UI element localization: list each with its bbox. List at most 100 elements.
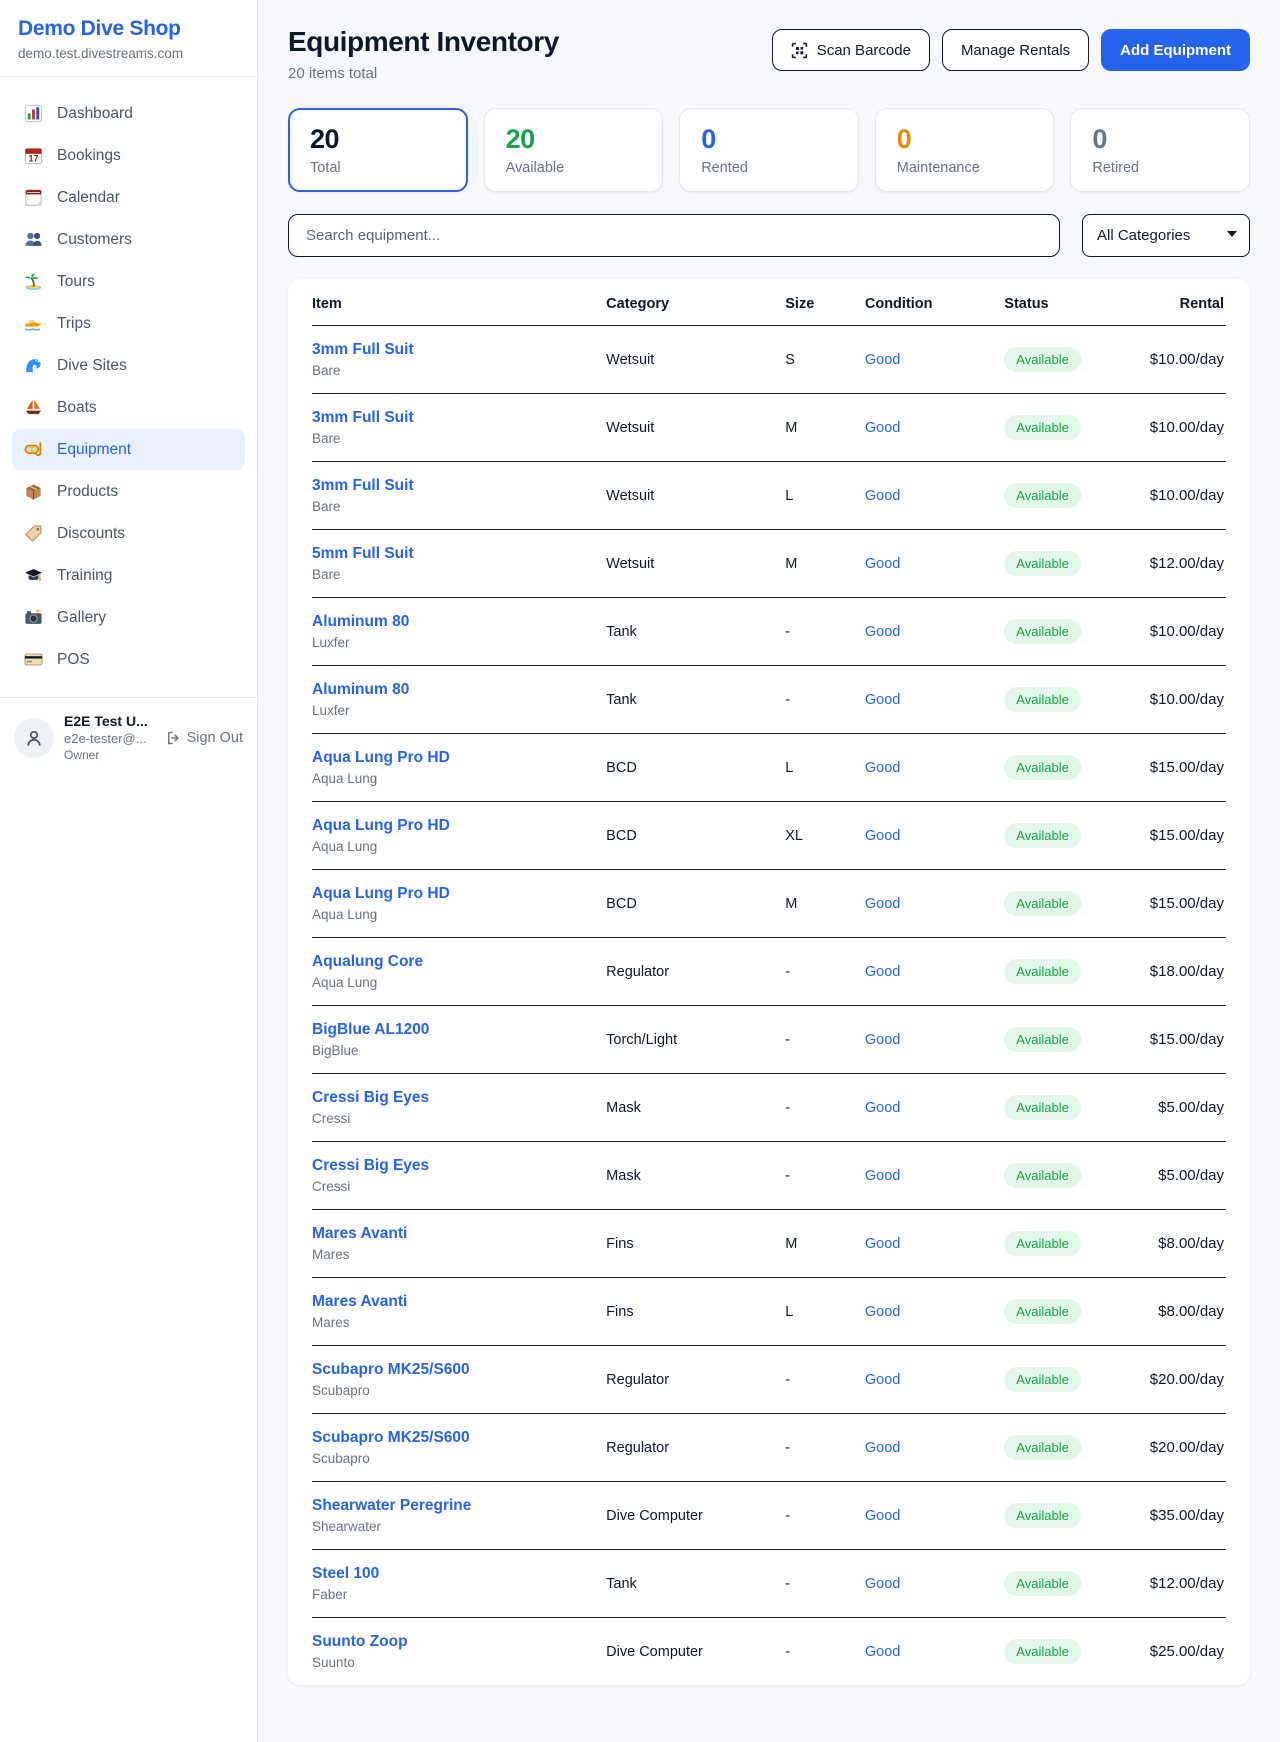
condition-link[interactable]: Good bbox=[865, 1032, 900, 1048]
manage-rentals-button[interactable]: Manage Rentals bbox=[942, 29, 1089, 71]
condition-link[interactable]: Good bbox=[865, 1508, 900, 1524]
condition-link[interactable]: Good bbox=[865, 1440, 900, 1456]
item-link[interactable]: Mares Avanti bbox=[312, 1225, 407, 1243]
item-link[interactable]: Cressi Big Eyes bbox=[312, 1089, 429, 1107]
item-link[interactable]: Scubapro MK25/S600 bbox=[312, 1361, 470, 1379]
item-link[interactable]: Shearwater Peregrine bbox=[312, 1497, 471, 1515]
table-row: BigBlue AL1200BigBlueTorch/Light-GoodAva… bbox=[312, 1006, 1226, 1074]
filters-row: All Categories bbox=[288, 214, 1250, 257]
condition-link[interactable]: Good bbox=[865, 1644, 900, 1660]
cell-rental: $18.00/day bbox=[1150, 963, 1224, 980]
cell-category: BCD bbox=[606, 870, 785, 938]
cell-category: Tank bbox=[606, 598, 785, 666]
condition-link[interactable]: Good bbox=[865, 964, 900, 980]
item-link[interactable]: Aqualung Core bbox=[312, 953, 423, 971]
condition-link[interactable]: Good bbox=[865, 1236, 900, 1252]
item-brand: Scubapro bbox=[312, 1383, 598, 1398]
brand-block: Demo Dive Shop demo.test.divestreams.com bbox=[0, 0, 257, 77]
equipment-table: Item Category Size Condition Status Rent… bbox=[312, 279, 1226, 1685]
sidebar-item-discounts[interactable]: Discounts bbox=[12, 513, 245, 554]
stat-cards-row: 20Total20Available0Rented0Maintenance0Re… bbox=[288, 108, 1250, 192]
cell-rental: $10.00/day bbox=[1150, 623, 1224, 640]
condition-link[interactable]: Good bbox=[865, 1576, 900, 1592]
brand-name[interactable]: Demo Dive Shop bbox=[18, 17, 239, 41]
category-select[interactable]: All Categories bbox=[1082, 214, 1250, 257]
cell-rental: $10.00/day bbox=[1150, 419, 1224, 436]
cell-category: Regulator bbox=[606, 1346, 785, 1414]
table-row: Aqua Lung Pro HDAqua LungBCDLGoodAvailab… bbox=[312, 734, 1226, 802]
sidebar-item-customers[interactable]: Customers bbox=[12, 219, 245, 260]
sidebar-item-label: Trips bbox=[57, 315, 91, 333]
cell-rental: $35.00/day bbox=[1150, 1507, 1224, 1524]
item-link[interactable]: Aluminum 80 bbox=[312, 613, 409, 631]
category-select-wrap: All Categories bbox=[1082, 214, 1250, 257]
status-badge: Available bbox=[1004, 1503, 1081, 1528]
condition-link[interactable]: Good bbox=[865, 896, 900, 912]
sidebar-item-gallery[interactable]: Gallery bbox=[12, 597, 245, 638]
item-link[interactable]: Scubapro MK25/S600 bbox=[312, 1429, 470, 1447]
sidebar-item-tours[interactable]: Tours bbox=[12, 261, 245, 302]
cell-rental: $12.00/day bbox=[1150, 1575, 1224, 1592]
cell-category: Fins bbox=[606, 1210, 785, 1278]
item-link[interactable]: Cressi Big Eyes bbox=[312, 1157, 429, 1175]
item-link[interactable]: Mares Avanti bbox=[312, 1293, 407, 1311]
condition-link[interactable]: Good bbox=[865, 1304, 900, 1320]
sailboat-icon bbox=[24, 398, 43, 417]
condition-link[interactable]: Good bbox=[865, 420, 900, 436]
item-link[interactable]: Steel 100 bbox=[312, 1565, 379, 1583]
sidebar-item-bookings[interactable]: 17Bookings bbox=[12, 135, 245, 176]
item-link[interactable]: 3mm Full Suit bbox=[312, 477, 414, 495]
condition-link[interactable]: Good bbox=[865, 624, 900, 640]
item-brand: Aqua Lung bbox=[312, 839, 598, 854]
table-header-row: Item Category Size Condition Status Rent… bbox=[312, 279, 1226, 326]
item-brand: Bare bbox=[312, 363, 598, 378]
sidebar-item-label: POS bbox=[57, 651, 90, 669]
item-link[interactable]: Aluminum 80 bbox=[312, 681, 409, 699]
condition-link[interactable]: Good bbox=[865, 352, 900, 368]
condition-link[interactable]: Good bbox=[865, 1372, 900, 1388]
cell-category: Mask bbox=[606, 1074, 785, 1142]
status-badge: Available bbox=[1004, 1095, 1081, 1120]
status-badge: Available bbox=[1004, 347, 1081, 372]
item-link[interactable]: 5mm Full Suit bbox=[312, 545, 414, 563]
cell-rental: $15.00/day bbox=[1150, 759, 1224, 776]
sidebar-item-boats[interactable]: Boats bbox=[12, 387, 245, 428]
sign-out-button[interactable]: Sign Out bbox=[165, 730, 243, 746]
item-link[interactable]: 3mm Full Suit bbox=[312, 409, 414, 427]
condition-link[interactable]: Good bbox=[865, 692, 900, 708]
sidebar-item-trips[interactable]: Trips bbox=[12, 303, 245, 344]
condition-link[interactable]: Good bbox=[865, 828, 900, 844]
condition-link[interactable]: Good bbox=[865, 488, 900, 504]
item-link[interactable]: Aqua Lung Pro HD bbox=[312, 817, 450, 835]
item-link[interactable]: Aqua Lung Pro HD bbox=[312, 885, 450, 903]
search-input[interactable] bbox=[288, 214, 1060, 257]
scan-barcode-button[interactable]: Scan Barcode bbox=[772, 29, 930, 71]
condition-link[interactable]: Good bbox=[865, 1100, 900, 1116]
column-header-size: Size bbox=[785, 279, 865, 326]
sidebar-item-equipment[interactable]: Equipment bbox=[12, 429, 245, 470]
sidebar-item-dashboard[interactable]: Dashboard bbox=[12, 93, 245, 134]
table-row: Aqua Lung Pro HDAqua LungBCDXLGoodAvaila… bbox=[312, 802, 1226, 870]
item-link[interactable]: 3mm Full Suit bbox=[312, 341, 414, 359]
item-link[interactable]: Aqua Lung Pro HD bbox=[312, 749, 450, 767]
item-link[interactable]: Suunto Zoop bbox=[312, 1633, 408, 1651]
stat-card-available[interactable]: 20Available bbox=[484, 108, 664, 192]
condition-link[interactable]: Good bbox=[865, 760, 900, 776]
sidebar-item-training[interactable]: Training bbox=[12, 555, 245, 596]
stat-label: Available bbox=[506, 160, 642, 176]
people-icon bbox=[24, 230, 43, 249]
stat-card-rented[interactable]: 0Rented bbox=[679, 108, 859, 192]
item-link[interactable]: BigBlue AL1200 bbox=[312, 1021, 429, 1039]
condition-link[interactable]: Good bbox=[865, 556, 900, 572]
sidebar-item-pos[interactable]: POS bbox=[12, 639, 245, 680]
sidebar-item-calendar[interactable]: Calendar bbox=[12, 177, 245, 218]
cell-category: Tank bbox=[606, 1550, 785, 1618]
sidebar-item-dive-sites[interactable]: Dive Sites bbox=[12, 345, 245, 386]
add-equipment-button[interactable]: Add Equipment bbox=[1101, 29, 1250, 71]
stat-card-total[interactable]: 20Total bbox=[288, 108, 468, 192]
stat-card-retired[interactable]: 0Retired bbox=[1070, 108, 1250, 192]
user-email: e2e-tester@... bbox=[64, 731, 155, 746]
sidebar-item-products[interactable]: Products bbox=[12, 471, 245, 512]
stat-card-maintenance[interactable]: 0Maintenance bbox=[875, 108, 1055, 192]
condition-link[interactable]: Good bbox=[865, 1168, 900, 1184]
